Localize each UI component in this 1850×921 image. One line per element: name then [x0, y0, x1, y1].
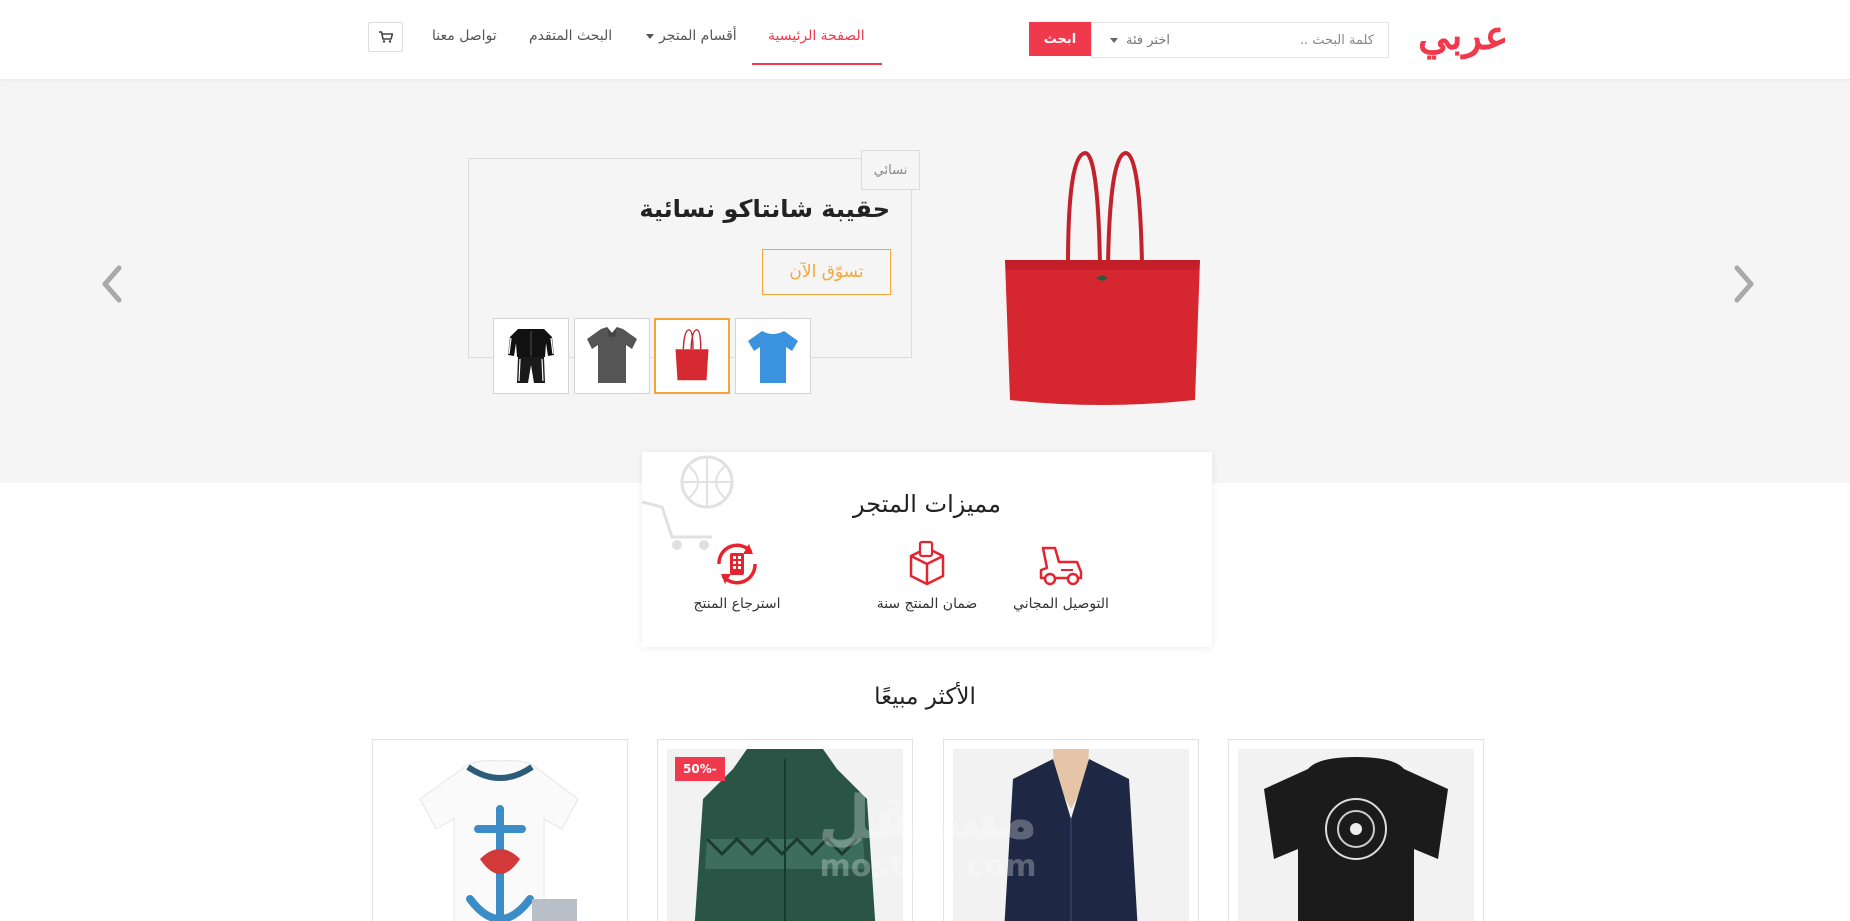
product-card[interactable]: [943, 739, 1199, 921]
product-card[interactable]: [372, 739, 628, 921]
product-card[interactable]: [1228, 739, 1484, 921]
feature-label: التوصيل المجاني: [1013, 596, 1109, 612]
delivery-vehicle-icon: [1039, 546, 1083, 586]
feature-warranty: ضمان المنتج سنة: [852, 540, 1002, 612]
kids-shirt-image: [382, 749, 618, 921]
chevron-down-icon: [1110, 37, 1119, 43]
discount-badge: 50%-: [675, 757, 725, 781]
feature-returns: استرجاع المنتج: [662, 540, 812, 612]
navy-blouse-image: [953, 749, 1189, 921]
polo-shirt-image: [579, 323, 645, 389]
search-input[interactable]: [1187, 22, 1389, 58]
cart-icon: [378, 31, 393, 43]
package-box-icon: [909, 540, 945, 586]
category-select[interactable]: اختر فئة: [1091, 22, 1188, 58]
chevron-right-icon: [1734, 265, 1754, 303]
hero-thumbnail-bag[interactable]: [654, 318, 730, 394]
feature-label: ضمان المنتج سنة: [876, 596, 978, 612]
return-refresh-icon: [717, 543, 757, 585]
chevron-left-icon: [102, 265, 122, 303]
feature-label: استرجاع المنتج: [693, 596, 781, 612]
site-header: عربي اختر فئة ابحث الصفحة الرئيسية أقسام…: [0, 0, 1850, 80]
cart-button[interactable]: [368, 22, 403, 52]
hero-thumbnail-polo[interactable]: [574, 318, 650, 394]
feature-free-delivery: التوصيل المجاني: [986, 540, 1136, 612]
search-button[interactable]: ابحث: [1029, 22, 1091, 56]
hero-category-tag[interactable]: نسائي: [861, 150, 920, 190]
black-tshirt-image: [1238, 749, 1474, 921]
hero-slider: [0, 80, 1850, 483]
site-logo[interactable]: عربي: [1418, 12, 1509, 59]
hero-thumbnail-tshirt[interactable]: [735, 318, 811, 394]
nav-contact[interactable]: تواصل معنا: [432, 28, 497, 44]
nav-advanced-search[interactable]: البحث المتقدم: [529, 28, 612, 44]
nav-store-sections-label: أقسام المتجر: [659, 28, 737, 44]
product-image: [382, 749, 618, 921]
best-sellers-title: الأكثر مبيعًا: [874, 684, 976, 710]
features-title: مميزات المتجر: [853, 490, 1001, 518]
tracksuit-image: [498, 323, 564, 389]
product-card[interactable]: 50%-: [657, 739, 913, 921]
shop-now-button[interactable]: تسوّق الآن: [762, 249, 891, 295]
nav-home[interactable]: الصفحة الرئيسية: [768, 28, 865, 44]
product-image: [953, 749, 1189, 921]
store-features-card: مميزات المتجر التوصيل المجاني ضمان المنت…: [642, 452, 1212, 647]
blue-tshirt-image: [740, 323, 806, 389]
nav-active-indicator: [752, 63, 882, 65]
slider-next-button[interactable]: [1729, 262, 1759, 306]
slider-prev-button[interactable]: [97, 262, 127, 306]
product-image: [1238, 749, 1474, 921]
red-bag-image: [660, 324, 724, 388]
nav-store-sections[interactable]: أقسام المتجر: [646, 28, 737, 44]
hero-title: حقيبة شانتاكو نسائية: [639, 195, 890, 223]
chevron-down-icon: [646, 33, 654, 39]
category-select-label: اختر فئة: [1126, 32, 1170, 48]
hero-thumbnail-tracksuit[interactable]: [493, 318, 569, 394]
hero-product-image: [1005, 150, 1200, 405]
